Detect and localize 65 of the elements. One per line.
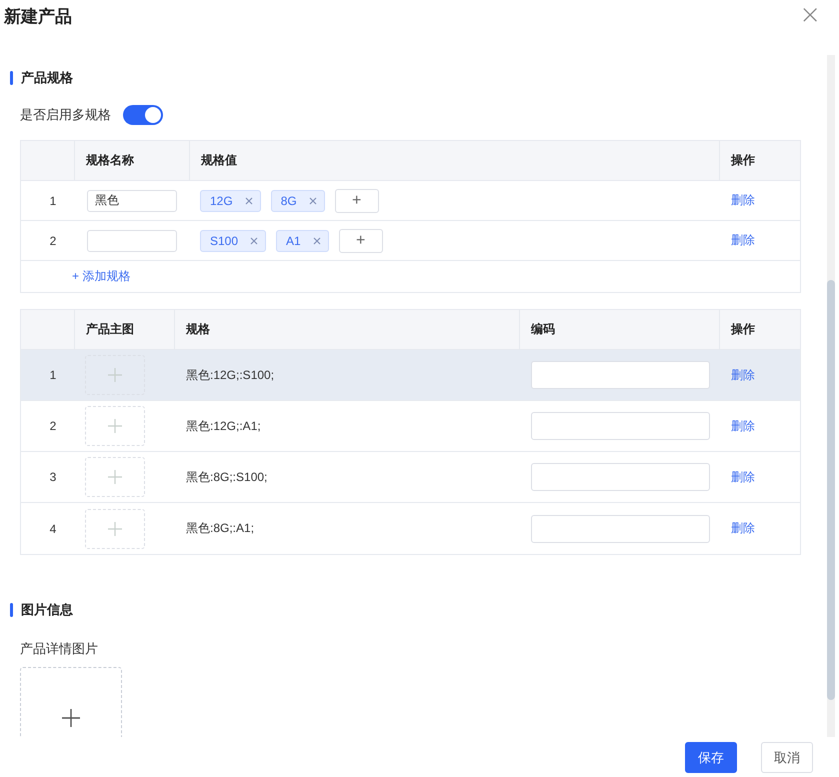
input-field[interactable] bbox=[87, 230, 177, 252]
add-value-button[interactable]: + bbox=[338, 228, 383, 252]
plus-icon bbox=[108, 522, 122, 536]
field-label: 产品详情图片 bbox=[20, 641, 98, 656]
upload-box[interactable] bbox=[85, 406, 145, 446]
add-spec-link[interactable]: + 添加规格 bbox=[72, 268, 130, 285]
input-field[interactable] bbox=[531, 514, 710, 542]
delete-link[interactable]: 删除 bbox=[731, 192, 755, 209]
table-row[interactable]: 2 黑色:12G;:A1; 删除 bbox=[21, 401, 800, 452]
plus-icon bbox=[108, 470, 122, 484]
section-title: 图片信息 bbox=[21, 601, 73, 619]
close-icon[interactable] bbox=[244, 196, 253, 204]
delete-link[interactable]: 删除 bbox=[731, 232, 755, 249]
row-number: 4 bbox=[50, 522, 56, 536]
delete-link[interactable]: 删除 bbox=[731, 520, 755, 537]
column-header: 规格值 bbox=[201, 152, 237, 169]
delete-link[interactable]: 删除 bbox=[731, 366, 755, 384]
input-field[interactable] bbox=[531, 361, 710, 389]
close-icon[interactable] bbox=[250, 236, 258, 244]
input-field[interactable]: 黑色 bbox=[87, 190, 177, 212]
plus-icon bbox=[108, 419, 122, 433]
row-number: 1 bbox=[50, 368, 56, 382]
spec-text: 黑色:8G;:A1; bbox=[186, 520, 254, 537]
plus-icon bbox=[108, 368, 122, 382]
dialog-title: 新建产品 bbox=[4, 6, 72, 28]
plus-icon bbox=[62, 709, 80, 727]
upload-box[interactable] bbox=[85, 457, 145, 497]
tag-text: 12G bbox=[210, 194, 233, 208]
scrollbar[interactable] bbox=[827, 55, 835, 737]
tag-text: S100 bbox=[210, 234, 238, 248]
add-value-button[interactable]: + bbox=[334, 188, 379, 212]
column-header: 规格 bbox=[186, 321, 210, 338]
column-header: 操作 bbox=[731, 321, 755, 338]
row-number: 2 bbox=[50, 419, 56, 433]
spec-text: 黑色:12G;:S100; bbox=[186, 366, 274, 384]
input-field[interactable] bbox=[531, 463, 710, 491]
upload-box[interactable] bbox=[85, 508, 145, 548]
section-marker bbox=[10, 71, 13, 85]
close-button[interactable]: × bbox=[799, 2, 821, 28]
column-header: 编码 bbox=[531, 321, 555, 338]
section-title: 产品规格 bbox=[21, 69, 73, 87]
spec-text: 黑色:12G;:A1; bbox=[186, 418, 261, 434]
delete-link[interactable]: 删除 bbox=[731, 418, 755, 434]
toggle-switch[interactable] bbox=[123, 105, 163, 125]
cancel-button[interactable]: 取消 bbox=[761, 742, 813, 773]
column-header: 产品主图 bbox=[86, 321, 134, 338]
input-field[interactable] bbox=[531, 412, 710, 440]
table-row[interactable]: 4 黑色:8G;:A1; 删除 bbox=[21, 503, 800, 554]
upload-box[interactable] bbox=[85, 355, 145, 395]
row-number: 3 bbox=[50, 470, 56, 484]
table-row[interactable]: 1 黑色:12G;:S100; 删除 bbox=[21, 350, 800, 401]
row-number: 1 bbox=[50, 194, 56, 208]
close-icon[interactable] bbox=[312, 236, 321, 244]
tag-text: A1 bbox=[286, 234, 301, 248]
tag-text: 8G bbox=[280, 194, 297, 208]
save-button[interactable]: 保存 bbox=[685, 742, 737, 773]
column-header: 规格名称 bbox=[86, 152, 134, 169]
delete-link[interactable]: 删除 bbox=[731, 468, 755, 486]
toggle-label: 是否启用多规格 bbox=[20, 106, 111, 124]
table-row[interactable]: 3 黑色:8G;:S100; 删除 bbox=[21, 452, 800, 503]
spec-text: 黑色:8G;:S100; bbox=[186, 468, 268, 486]
section-marker bbox=[10, 603, 13, 617]
row-number: 2 bbox=[50, 234, 56, 248]
close-icon[interactable] bbox=[308, 196, 317, 204]
column-header: 操作 bbox=[731, 152, 755, 169]
